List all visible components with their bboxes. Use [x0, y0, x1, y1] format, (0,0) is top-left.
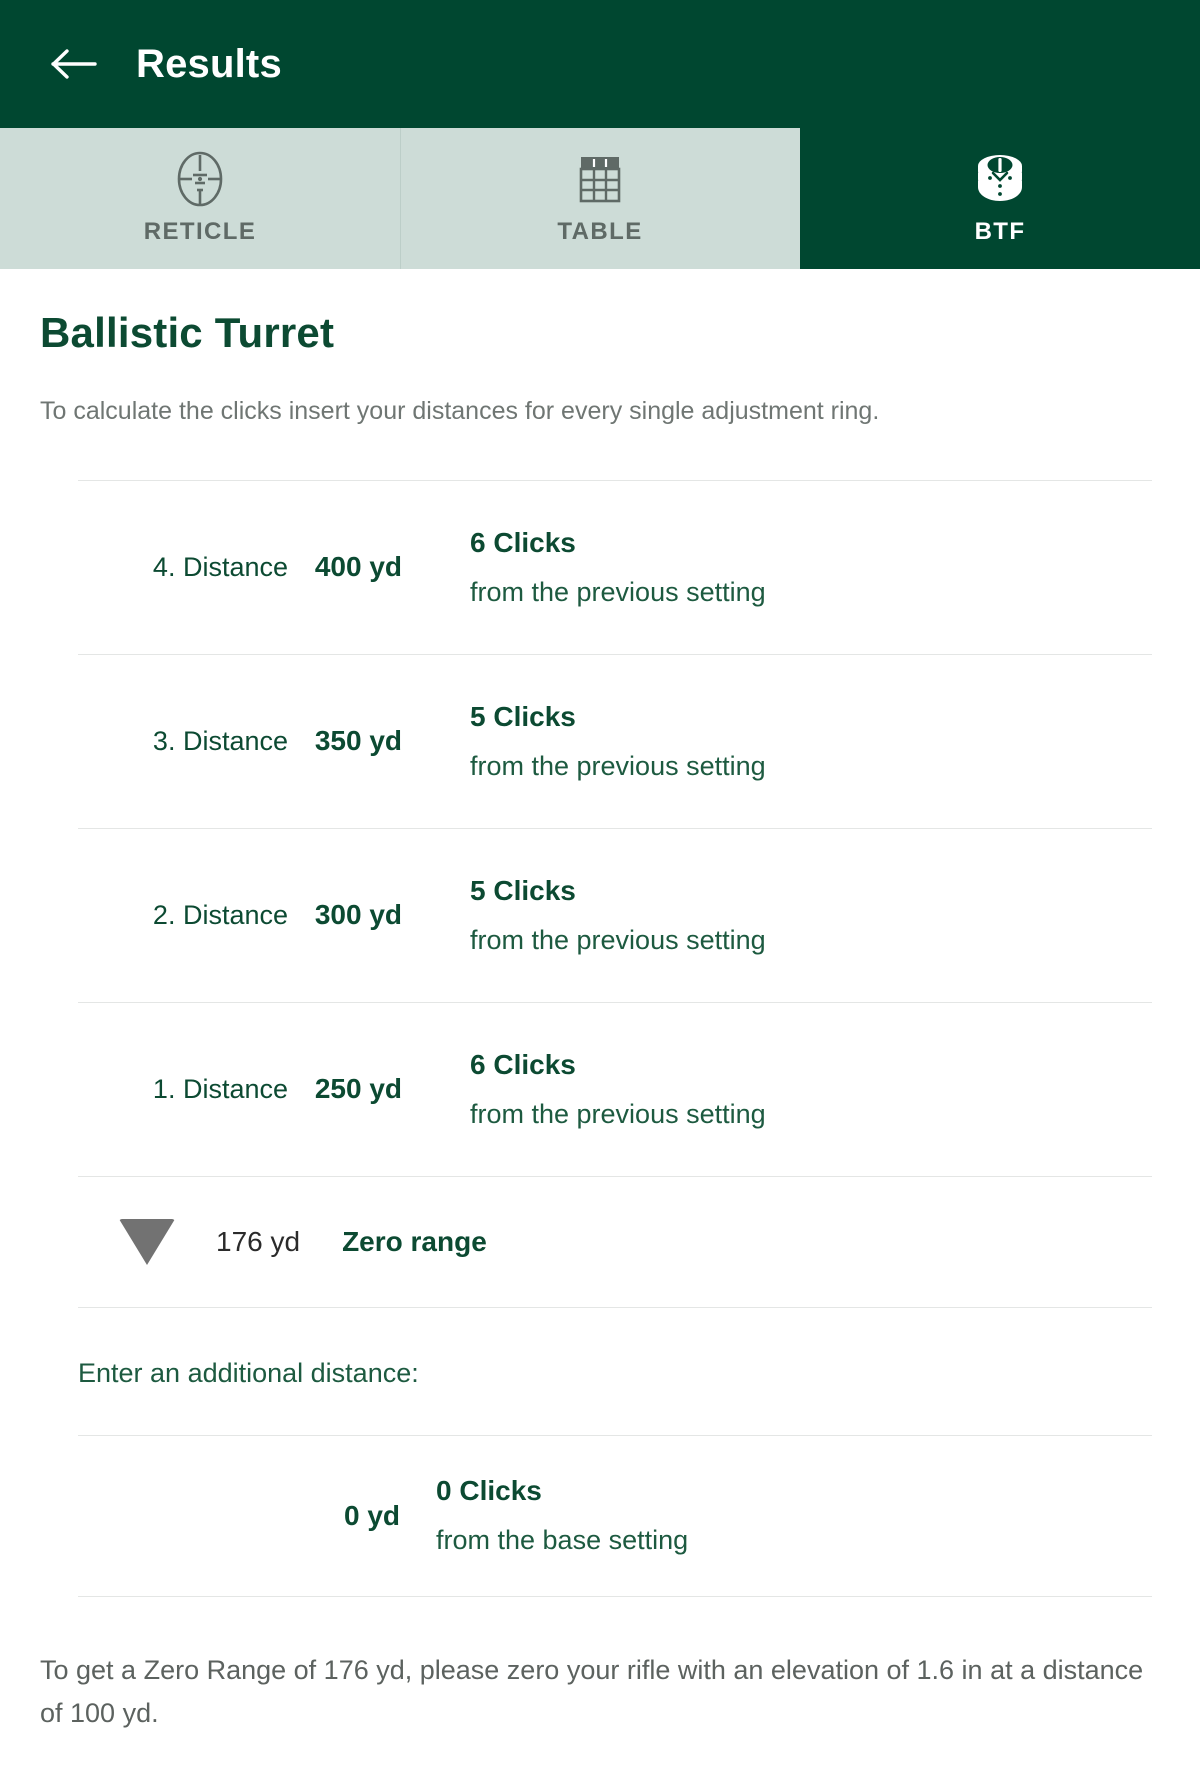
- row-clicks: 5 Clicks: [470, 700, 576, 732]
- row-detail: 6 Clicks from the previous setting: [404, 527, 766, 608]
- app-root: Results RETICLE TABLE BTF Ballistic Turr…: [0, 0, 1200, 1774]
- row-clicks: 5 Clicks: [470, 874, 576, 906]
- row-detail: 5 Clicks from the previous setting: [404, 875, 766, 956]
- zero-range-label: Zero range: [342, 1225, 487, 1257]
- divider: [78, 1306, 1152, 1308]
- tab-reticle[interactable]: RETICLE: [0, 128, 400, 269]
- back-button[interactable]: [46, 36, 102, 92]
- zero-range-distance: 176 yd: [216, 1225, 301, 1257]
- tab-table[interactable]: TABLE: [400, 128, 800, 269]
- row-detail: 5 Clicks from the previous setting: [404, 701, 766, 782]
- reticle-icon: [168, 146, 232, 212]
- additional-note: from the base setting: [436, 1525, 689, 1555]
- tab-bar: RETICLE TABLE BTF: [0, 128, 1200, 269]
- tab-label-btf: BTF: [974, 218, 1026, 245]
- row-distance: 300 yd: [314, 899, 402, 930]
- row-note: from the previous setting: [470, 750, 766, 781]
- tab-label-reticle: RETICLE: [143, 218, 257, 245]
- row-note: from the previous setting: [470, 1098, 766, 1129]
- zero-range-row: 176 yd Zero range: [78, 1177, 1152, 1307]
- table-icon: [568, 146, 632, 212]
- row-note: from the previous setting: [470, 924, 766, 955]
- row-note: from the previous setting: [470, 576, 766, 607]
- main-content: Ballistic Turret To calculate the clicks…: [0, 309, 1200, 1736]
- footer-note: To get a Zero Range of 176 yd, please ze…: [40, 1654, 1144, 1729]
- row-distance: 350 yd: [314, 725, 402, 756]
- distance-rows: 4. Distance 400 yd 6 Clicks from the pre…: [40, 479, 1160, 1597]
- table-row[interactable]: 2. Distance 300 yd 5 Clicks from the pre…: [78, 829, 1152, 1002]
- triangle-down-icon: [78, 1218, 216, 1265]
- row-label: 3. Distance: [152, 725, 288, 756]
- page-title-header: Results: [136, 42, 282, 86]
- app-bar: Results: [0, 0, 1200, 128]
- additional-distance-row[interactable]: 0 yd 0 Clicks from the base setting: [78, 1436, 1152, 1596]
- tab-label-table: TABLE: [557, 218, 643, 245]
- additional-clicks: 0 Clicks: [436, 1475, 542, 1506]
- tab-btf[interactable]: BTF: [800, 128, 1200, 269]
- row-distance: 250 yd: [314, 1073, 402, 1104]
- row-detail: 6 Clicks from the previous setting: [404, 1049, 766, 1130]
- additional-distance-input[interactable]: 0 yd: [78, 1500, 404, 1532]
- arrow-left-icon: [51, 47, 97, 81]
- row-label: 1. Distance: [152, 1073, 288, 1104]
- table-row[interactable]: 4. Distance 400 yd 6 Clicks from the pre…: [78, 481, 1152, 654]
- page-title: Ballistic Turret: [40, 309, 335, 356]
- page-subtitle: To calculate the clicks insert your dist…: [40, 397, 880, 425]
- row-distance: 400 yd: [314, 551, 402, 582]
- divider: [78, 1595, 1152, 1597]
- table-row[interactable]: 3. Distance 350 yd 5 Clicks from the pre…: [78, 655, 1152, 828]
- additional-detail: 0 Clicks from the base setting: [404, 1475, 688, 1556]
- table-row[interactable]: 1. Distance 250 yd 6 Clicks from the pre…: [78, 1003, 1152, 1176]
- turret-stack-icon: [968, 146, 1032, 212]
- row-clicks: 6 Clicks: [470, 1048, 576, 1080]
- row-label: 4. Distance: [152, 551, 288, 582]
- row-clicks: 6 Clicks: [470, 526, 576, 558]
- row-label: 2. Distance: [152, 899, 288, 930]
- additional-distance-prompt: Enter an additional distance:: [78, 1357, 419, 1388]
